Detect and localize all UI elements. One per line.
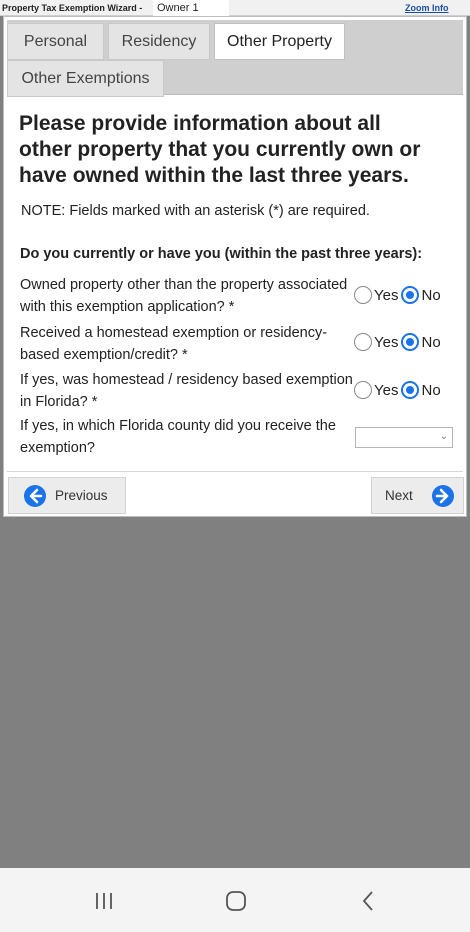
divider xyxy=(7,471,463,472)
page-heading: Please provide information about all oth… xyxy=(19,112,421,187)
radio-no-label: No xyxy=(421,286,441,304)
previous-label: Previous xyxy=(55,488,108,503)
radio-yes-label: Yes xyxy=(374,381,399,399)
required-note: NOTE: Fields marked with an asterisk (*)… xyxy=(21,203,370,219)
next-label: Next xyxy=(385,488,413,503)
radio-group-received-homestead: Yes No xyxy=(354,331,444,353)
radio-no-label: No xyxy=(421,333,441,351)
title-bar: Property Tax Exemption Wizard - Owner 1 … xyxy=(0,0,470,16)
tab-residency[interactable]: Residency xyxy=(108,23,210,60)
back-icon[interactable] xyxy=(360,890,376,917)
tab-other-property[interactable]: Other Property xyxy=(214,23,345,60)
radio-group-owned-other-property: Yes No xyxy=(354,284,444,306)
question-florida-county: If yes, in which Florida county did you … xyxy=(20,418,336,456)
tab-bar: Personal Residency Other Property Other … xyxy=(7,20,463,97)
recent-apps-icon[interactable] xyxy=(93,890,115,917)
radio-group-homestead-in-florida: Yes No xyxy=(354,379,444,401)
home-icon[interactable] xyxy=(224,890,248,917)
radio-no-label: No xyxy=(421,381,441,399)
county-select[interactable]: ⌄ xyxy=(355,427,453,448)
question-owned-other-property: Owned property other than the property a… xyxy=(20,277,348,315)
radio-yes[interactable] xyxy=(354,286,372,304)
question-received-homestead: Received a homestead exemption or reside… xyxy=(20,325,328,363)
tab-personal[interactable]: Personal xyxy=(7,23,104,60)
chevron-down-icon: ⌄ xyxy=(439,431,448,442)
radio-no[interactable] xyxy=(401,333,420,351)
radio-yes[interactable] xyxy=(354,381,372,399)
arrow-left-icon xyxy=(24,484,46,507)
radio-no[interactable] xyxy=(401,286,420,304)
radio-no[interactable] xyxy=(401,381,420,399)
system-nav-bar xyxy=(0,868,470,932)
question-homestead-in-florida: If yes, was homestead / residency based … xyxy=(20,372,353,410)
radio-yes-label: Yes xyxy=(374,286,399,304)
next-button[interactable]: Next xyxy=(371,477,464,514)
wizard-panel: Personal Residency Other Property Other … xyxy=(3,16,467,517)
question-group-heading: Do you currently or have you (within the… xyxy=(20,246,423,262)
owner-field[interactable]: Owner 1 xyxy=(153,0,229,16)
app-title: Property Tax Exemption Wizard - xyxy=(2,3,143,13)
zoom-info-link[interactable]: Zoom Info xyxy=(405,3,449,13)
radio-yes-label: Yes xyxy=(374,333,399,351)
arrow-right-icon xyxy=(431,484,454,507)
radio-yes[interactable] xyxy=(354,333,372,351)
previous-button[interactable]: Previous xyxy=(8,477,126,514)
tab-other-exemptions[interactable]: Other Exemptions xyxy=(7,60,164,97)
